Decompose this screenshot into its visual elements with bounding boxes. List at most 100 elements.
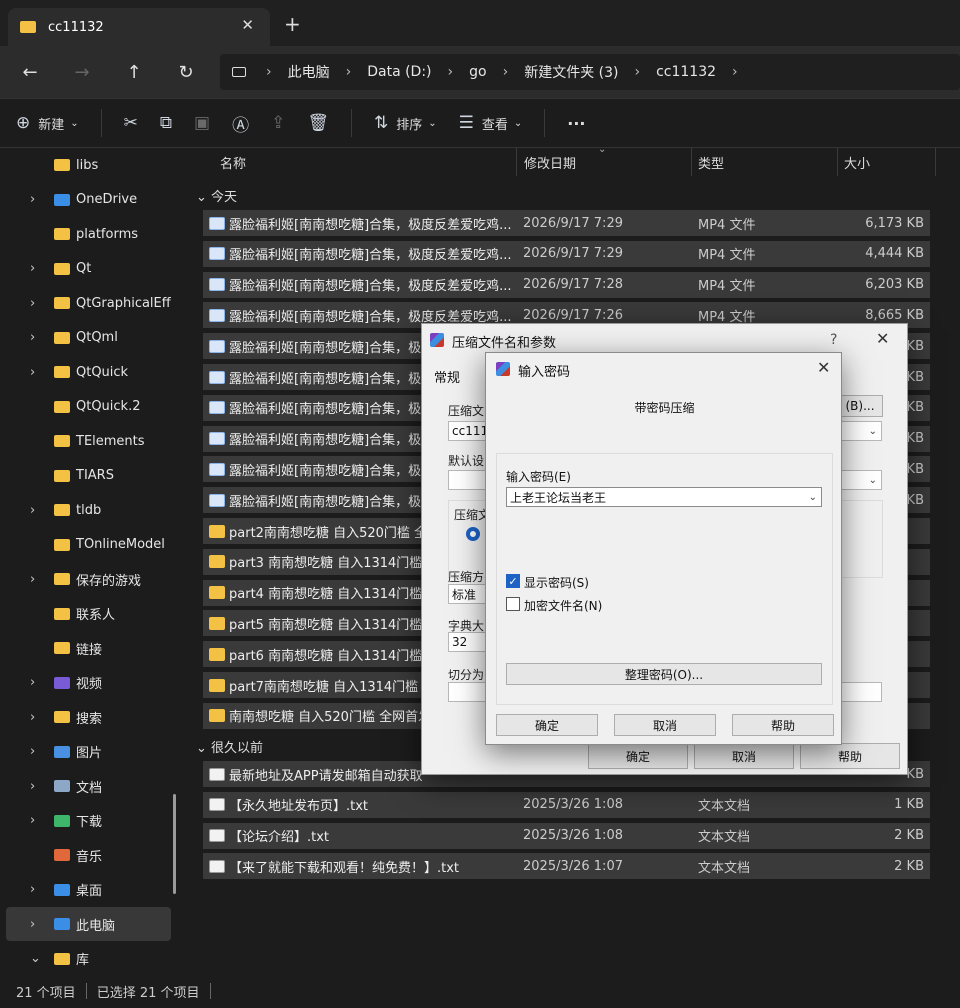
- column-date[interactable]: 修改日期: [524, 148, 576, 176]
- sidebar-item[interactable]: 音乐: [0, 838, 186, 872]
- file-date: 2026/9/17 7:26: [523, 307, 623, 323]
- chevron-icon[interactable]: ›: [30, 261, 35, 276]
- password-input[interactable]: 上老王论坛当老王 ⌄: [506, 487, 822, 507]
- close-icon[interactable]: ✕: [817, 358, 830, 377]
- file-size: KB: [906, 461, 924, 477]
- column-name[interactable]: 名称: [220, 148, 246, 176]
- column-size[interactable]: 大小: [844, 148, 870, 176]
- sidebar-item[interactable]: › tldb: [0, 493, 186, 527]
- folder-file-icon: [209, 524, 225, 538]
- sidebar-item[interactable]: › QtQml: [0, 321, 186, 355]
- chevron-icon[interactable]: ›: [30, 572, 35, 587]
- browse-button[interactable]: (B)...: [837, 395, 883, 417]
- cancel-button[interactable]: 取消: [614, 714, 716, 736]
- help-icon[interactable]: ?: [830, 332, 837, 348]
- new-tab-button[interactable]: +: [284, 12, 301, 36]
- sidebar-item[interactable]: › QtGraphicalEff: [0, 286, 186, 320]
- chevron-icon[interactable]: ›: [30, 710, 35, 725]
- chevron-icon[interactable]: ›: [30, 503, 35, 518]
- sidebar-item[interactable]: › QtQuick: [0, 355, 186, 389]
- sidebar-item-label: 图片: [76, 746, 103, 761]
- chevron-icon[interactable]: ›: [30, 675, 35, 690]
- chevron-icon[interactable]: ⌄: [30, 951, 41, 966]
- group-today[interactable]: ⌄ 今天: [196, 186, 237, 205]
- sidebar-item[interactable]: QtQuick.2: [0, 390, 186, 424]
- video-file-icon: [209, 370, 225, 384]
- format-radio[interactable]: [466, 527, 480, 541]
- refresh-button[interactable]: ↻: [172, 58, 200, 86]
- tab-cc11132[interactable]: cc11132 ✕: [8, 8, 270, 46]
- copy-icon[interactable]: ⧉: [160, 113, 172, 133]
- forward-button[interactable]: →: [68, 58, 96, 86]
- cut-icon[interactable]: ✂: [124, 113, 138, 133]
- manage-passwords-button[interactable]: 整理密码(O)...: [506, 663, 822, 685]
- sidebar-item[interactable]: › Qt: [0, 252, 186, 286]
- sidebar-item[interactable]: › 搜索: [0, 700, 186, 734]
- file-row[interactable]: 露脸福利姬[南南想吃糖]合集，极度反差爱吃鸡... 2026/9/17 7:28 M…: [203, 271, 930, 298]
- column-type[interactable]: 类型: [698, 148, 724, 176]
- back-button[interactable]: ←: [16, 58, 44, 86]
- help-button[interactable]: 帮助: [732, 714, 834, 736]
- sidebar-item[interactable]: ⌄ 库: [0, 942, 186, 975]
- chevron-icon[interactable]: ›: [30, 813, 35, 828]
- chevron-icon[interactable]: ›: [30, 296, 35, 311]
- folder-icon: [54, 469, 70, 482]
- new-button[interactable]: ⊕ 新建 ⌄: [16, 113, 79, 133]
- sidebar-scrollbar[interactable]: [173, 794, 176, 894]
- close-tab-icon[interactable]: ✕: [241, 16, 254, 34]
- breadcrumb-cc11132[interactable]: cc11132: [656, 64, 716, 80]
- breadcrumb-this-pc[interactable]: 此电脑: [288, 62, 330, 82]
- help-button[interactable]: 帮助: [800, 743, 900, 769]
- file-row[interactable]: 【论坛介绍】.txt 2025/3/26 1:08 文本文档 2 KB: [203, 822, 930, 849]
- chevron-icon[interactable]: ›: [30, 779, 35, 794]
- file-row[interactable]: 露脸福利姬[南南想吃糖]合集，极度反差爱吃鸡... 2026/9/17 7:29 M…: [203, 240, 930, 267]
- breadcrumb-new-folder[interactable]: 新建文件夹 (3): [524, 62, 618, 82]
- tab-general[interactable]: 常规: [434, 367, 460, 386]
- sidebar-item[interactable]: › 此电脑: [6, 907, 171, 941]
- sidebar-item[interactable]: › 桌面: [0, 873, 186, 907]
- breadcrumb-data-drive[interactable]: Data (D:): [367, 64, 431, 80]
- paste-icon[interactable]: ▣: [194, 113, 210, 133]
- chevron-icon[interactable]: ›: [30, 192, 35, 207]
- sidebar-item[interactable]: › 保存的游戏: [0, 562, 186, 596]
- sidebar-item[interactable]: › 视频: [0, 666, 186, 700]
- share-icon[interactable]: ⇪: [271, 113, 285, 133]
- encrypt-filenames-checkbox[interactable]: [506, 597, 520, 611]
- file-size: 6,173 KB: [865, 215, 924, 231]
- up-button[interactable]: ↑: [120, 58, 148, 86]
- ok-button[interactable]: 确定: [588, 743, 688, 769]
- sidebar-item[interactable]: TIARS: [0, 459, 186, 493]
- rename-icon[interactable]: Ⓐ: [232, 111, 249, 136]
- more-options-button[interactable]: ···: [567, 114, 585, 133]
- file-row[interactable]: 【来了就能下载和观看！纯免费！】.txt 2025/3/26 1:07 文本文档 2 …: [203, 853, 930, 880]
- sidebar-item[interactable]: › 文档: [0, 769, 186, 803]
- sidebar-item[interactable]: 链接: [0, 631, 186, 665]
- view-button[interactable]: ☰ 查看 ⌄: [459, 113, 523, 133]
- chevron-icon[interactable]: ›: [30, 882, 35, 897]
- chevron-icon[interactable]: ›: [30, 917, 35, 932]
- sidebar-item[interactable]: platforms: [0, 217, 186, 251]
- cancel-button[interactable]: 取消: [694, 743, 794, 769]
- ok-button[interactable]: 确定: [496, 714, 598, 736]
- sidebar-item[interactable]: libs: [0, 148, 186, 182]
- group-long-ago[interactable]: ⌄ 很久以前: [196, 737, 263, 756]
- sidebar-item[interactable]: TOnlineModel: [0, 528, 186, 562]
- breadcrumb-go[interactable]: go: [469, 64, 486, 80]
- sidebar-item[interactable]: › OneDrive: [0, 183, 186, 217]
- sidebar-item[interactable]: › 下载: [0, 804, 186, 838]
- file-row[interactable]: 露脸福利姬[南南想吃糖]合集，极度反差爱吃鸡... 2026/9/17 7:29 M…: [203, 210, 930, 236]
- chevron-icon[interactable]: ›: [30, 744, 35, 759]
- folder-file-icon: [209, 709, 225, 723]
- close-icon[interactable]: ✕: [876, 329, 889, 348]
- delete-icon[interactable]: 🗑: [307, 113, 329, 133]
- breadcrumb[interactable]: › 此电脑 › Data (D:) › go › 新建文件夹 (3) › cc1…: [220, 54, 960, 90]
- sidebar-item[interactable]: 联系人: [0, 597, 186, 631]
- chevron-icon[interactable]: ›: [30, 330, 35, 345]
- sidebar-item[interactable]: › 图片: [0, 735, 186, 769]
- sort-button[interactable]: ⇅ 排序 ⌄: [374, 113, 437, 133]
- sidebar-item[interactable]: TElements: [0, 424, 186, 458]
- show-password-checkbox[interactable]: ✓: [506, 574, 520, 588]
- file-type: MP4 文件: [698, 217, 756, 233]
- file-row[interactable]: 【永久地址发布页】.txt 2025/3/26 1:08 文本文档 1 KB: [203, 791, 930, 818]
- chevron-icon[interactable]: ›: [30, 365, 35, 380]
